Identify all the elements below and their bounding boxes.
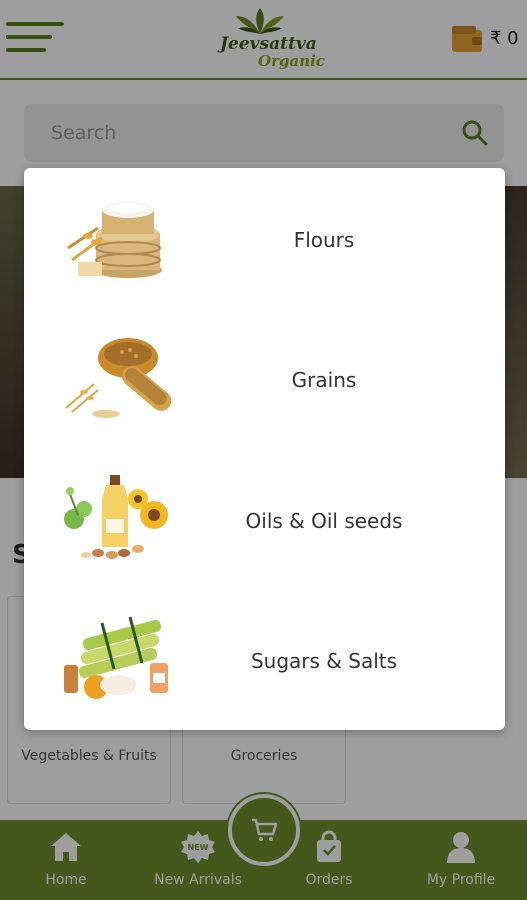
category-label-flours: Flours: [293, 228, 355, 252]
category-label-oils: Oils & Oil seeds: [245, 509, 403, 533]
category-item-grains[interactable]: Grains: [24, 308, 505, 448]
category-label-grains: Grains: [291, 368, 357, 392]
oils-icon: [64, 475, 168, 559]
grains-icon: [65, 338, 172, 418]
sugar-icon: [64, 616, 168, 699]
category-item-flours[interactable]: Flours: [24, 168, 505, 308]
category-item-sugars[interactable]: Sugars & Salts: [24, 589, 505, 729]
category-modal: Flours Grains Oils & Oil seeds Sugars & …: [24, 168, 505, 730]
category-item-oils[interactable]: Oils & Oil seeds: [24, 449, 505, 589]
category-label-sugars: Sugars & Salts: [250, 649, 398, 673]
flour-icon: [67, 202, 162, 278]
